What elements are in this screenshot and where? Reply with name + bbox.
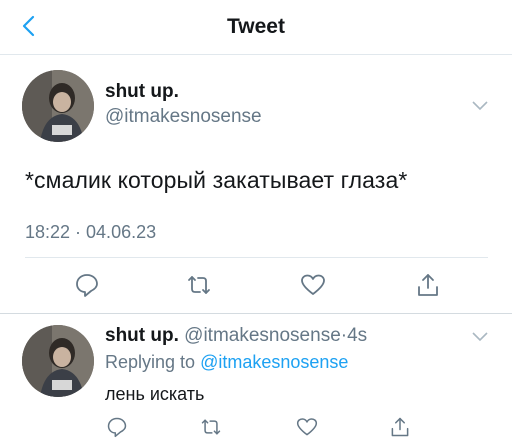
avatar[interactable]: [22, 70, 94, 142]
time-ago: 4s: [347, 325, 368, 346]
retweet-icon[interactable]: [186, 272, 212, 298]
author-handle[interactable]: @itmakesnosense: [184, 325, 341, 346]
tweet-text: *смалик который закатывает глаза*: [25, 167, 408, 193]
author-handle[interactable]: @itmakesnosense: [105, 106, 262, 128]
like-icon[interactable]: [296, 416, 318, 438]
top-bar: Tweet: [0, 0, 512, 55]
divider: [25, 257, 488, 258]
page-title: Tweet: [227, 15, 285, 38]
chevron-down-icon[interactable]: [471, 330, 489, 342]
author-name[interactable]: shut up.: [105, 325, 179, 346]
author-name[interactable]: shut up.: [105, 81, 179, 103]
replying-to: Replying to @itmakesnosense: [105, 352, 348, 373]
reply-icon[interactable]: [106, 416, 128, 438]
reply-icon[interactable]: [74, 272, 100, 298]
divider: [0, 313, 512, 314]
reply-text: лень искать: [105, 384, 205, 404]
reply-header: shut up. @itmakesnosense·4s: [105, 325, 367, 347]
like-icon[interactable]: [300, 272, 326, 298]
chevron-down-icon[interactable]: [471, 99, 489, 111]
tweet-timestamp: 18:22 · 04.06.23: [25, 222, 157, 242]
share-icon[interactable]: [415, 272, 441, 298]
replying-prefix: Replying to: [105, 352, 196, 372]
replying-handle-link[interactable]: @itmakesnosense: [200, 352, 348, 372]
avatar[interactable]: [22, 325, 94, 397]
retweet-icon[interactable]: [200, 416, 222, 438]
share-icon[interactable]: [389, 416, 411, 438]
